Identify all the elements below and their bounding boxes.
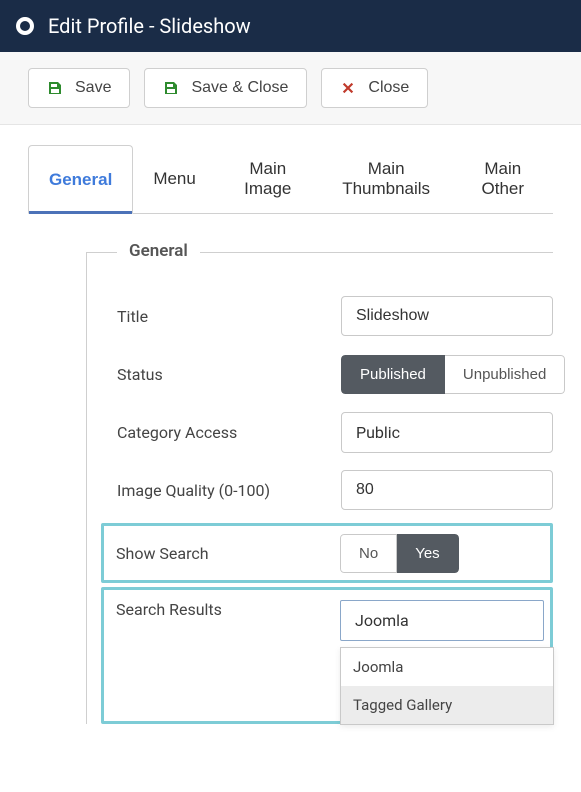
field-row-category-access: Category Access Public: [111, 403, 553, 461]
search-results-dropdown[interactable]: Joomla Joomla Tagged Gallery: [340, 600, 544, 641]
category-access-select[interactable]: Public: [341, 412, 553, 453]
toggle-label: No: [359, 545, 378, 562]
show-search-option-yes[interactable]: Yes: [397, 534, 458, 573]
select-value: Public: [356, 423, 400, 442]
tab-main-image[interactable]: Main Image: [216, 145, 320, 213]
general-fieldset: General Title Status Published Unpublish…: [86, 252, 553, 724]
save-button[interactable]: Save: [28, 68, 130, 108]
save-close-button-label: Save & Close: [191, 79, 288, 97]
dropdown-value: Joomla: [355, 611, 409, 630]
dropdown-option-label: Joomla: [353, 658, 403, 676]
toggle-label: Unpublished: [463, 366, 546, 383]
tab-label: Main Image: [244, 159, 291, 198]
title-label: Title: [111, 307, 331, 326]
close-button-label: Close: [368, 79, 409, 97]
tab-general[interactable]: General: [28, 145, 133, 214]
search-results-label: Search Results: [110, 600, 330, 619]
close-icon: [340, 80, 356, 96]
tab-panel-general: General Title Status Published Unpublish…: [28, 252, 553, 792]
window-titlebar: Edit Profile - Slideshow: [0, 0, 581, 52]
tab-label: General: [49, 170, 112, 189]
toggle-label: Published: [360, 366, 426, 383]
field-row-status: Status Published Unpublished: [111, 345, 553, 403]
field-row-search-results: Search Results Joomla Joomla Tagged Gall…: [110, 594, 544, 641]
image-quality-input[interactable]: [341, 470, 553, 510]
tab-main-other[interactable]: Main Other: [453, 145, 553, 213]
status-toggle: Published Unpublished: [341, 355, 565, 394]
field-row-image-quality: Image Quality (0-100): [111, 461, 553, 519]
dropdown-selected[interactable]: Joomla: [340, 600, 544, 641]
status-label: Status: [111, 365, 331, 384]
show-search-option-no[interactable]: No: [340, 534, 397, 573]
tab-label: Main Thumbnails: [342, 159, 430, 198]
tab-main-thumbnails[interactable]: Main Thumbnails: [320, 145, 453, 213]
field-row-title: Title: [111, 287, 553, 345]
show-search-toggle: No Yes: [340, 534, 459, 573]
window-title: Edit Profile - Slideshow: [48, 14, 251, 38]
toggle-label: Yes: [415, 545, 439, 562]
tab-label: Main Other: [482, 159, 525, 198]
save-icon: [163, 80, 179, 96]
dropdown-option-joomla[interactable]: Joomla: [341, 648, 553, 686]
tabs: General Menu Main Image Main Thumbnails …: [28, 145, 553, 214]
tabs-container: General Menu Main Image Main Thumbnails …: [0, 145, 581, 792]
image-quality-label: Image Quality (0-100): [111, 481, 331, 500]
dropdown-list: Joomla Tagged Gallery: [340, 647, 554, 725]
category-access-label: Category Access: [111, 423, 331, 442]
highlight-show-search: Show Search No Yes: [101, 523, 553, 583]
title-input[interactable]: [341, 296, 553, 336]
app-logo-icon: [16, 17, 34, 35]
highlight-search-results: Search Results Joomla Joomla Tagged Gall…: [101, 587, 553, 724]
save-button-label: Save: [75, 79, 111, 97]
tab-menu[interactable]: Menu: [133, 145, 216, 213]
status-option-unpublished[interactable]: Unpublished: [445, 355, 565, 394]
tab-label: Menu: [153, 169, 196, 188]
save-icon: [47, 80, 63, 96]
field-row-show-search: Show Search No Yes: [110, 530, 544, 576]
show-search-label: Show Search: [110, 544, 330, 563]
dropdown-option-label: Tagged Gallery: [353, 696, 452, 714]
action-toolbar: Save Save & Close Close: [0, 52, 581, 125]
fieldset-legend: General: [117, 241, 200, 261]
close-button[interactable]: Close: [321, 68, 428, 108]
status-option-published[interactable]: Published: [341, 355, 445, 394]
save-close-button[interactable]: Save & Close: [144, 68, 307, 108]
dropdown-option-tagged-gallery[interactable]: Tagged Gallery: [341, 686, 553, 724]
